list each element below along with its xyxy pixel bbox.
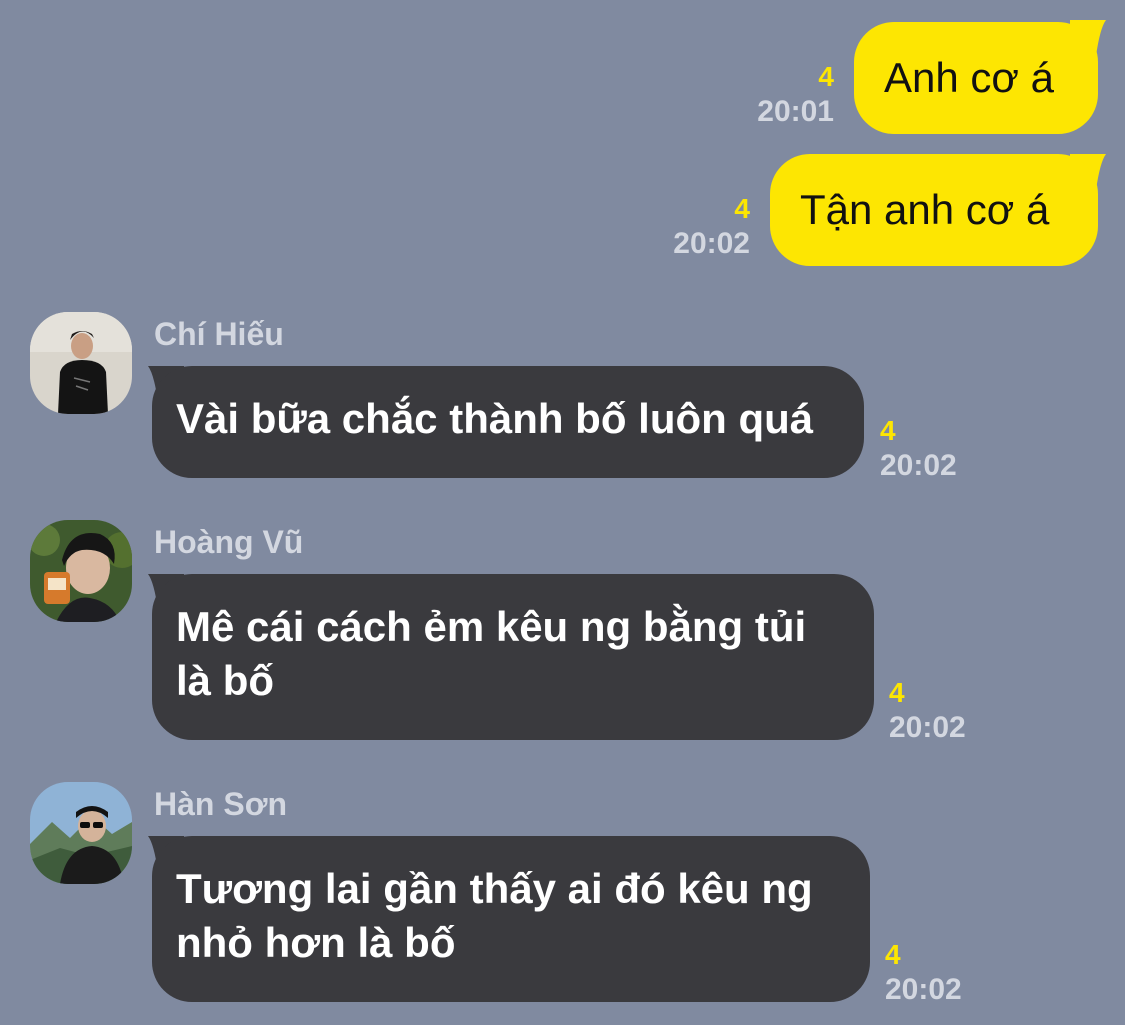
person-with-camera-avatar-icon [30,520,132,622]
message-text: Anh cơ á [884,54,1054,101]
sender-name: Hàn Sơn [154,786,287,822]
message-time: 20:02 [885,973,962,1006]
unread-count: 4 [889,677,905,708]
avatar[interactable] [30,782,132,884]
message-bubble[interactable]: Tương lai gần thấy ai đó kêu ng nhỏ hơn … [152,836,870,1002]
sender-name: Hoàng Vũ [154,524,304,560]
unread-count: 4 [885,939,901,970]
message-bubble[interactable]: Anh cơ á [854,22,1098,134]
avatar[interactable] [30,520,132,622]
unread-count: 4 [818,61,834,92]
message-bubble[interactable]: Vài bữa chắc thành bố luôn quá [152,366,864,478]
message-time: 20:01 [757,95,834,128]
message-bubble[interactable]: Mê cái cách ẻm kêu ng bằng tủi là bố [152,574,874,740]
message-bubble[interactable]: Tận anh cơ á [770,154,1098,266]
message-text: Vài bữa chắc thành bố luôn quá [176,395,814,442]
avatar[interactable] [30,312,132,414]
unread-count: 4 [734,193,750,224]
message-text: Mê cái cách ẻm kêu ng bằng tủi là bố [176,603,807,704]
sender-name: Chí Hiếu [154,316,284,352]
message-time: 20:02 [673,227,750,260]
person-black-shirt-avatar-icon [30,312,132,414]
message-time: 20:02 [880,449,957,482]
person-sunglasses-mountains-avatar-icon [30,782,132,884]
message-text: Tương lai gần thấy ai đó kêu ng nhỏ hơn … [176,865,813,966]
message-time: 20:02 [889,711,966,744]
unread-count: 4 [880,415,896,446]
message-text: Tận anh cơ á [800,186,1050,233]
